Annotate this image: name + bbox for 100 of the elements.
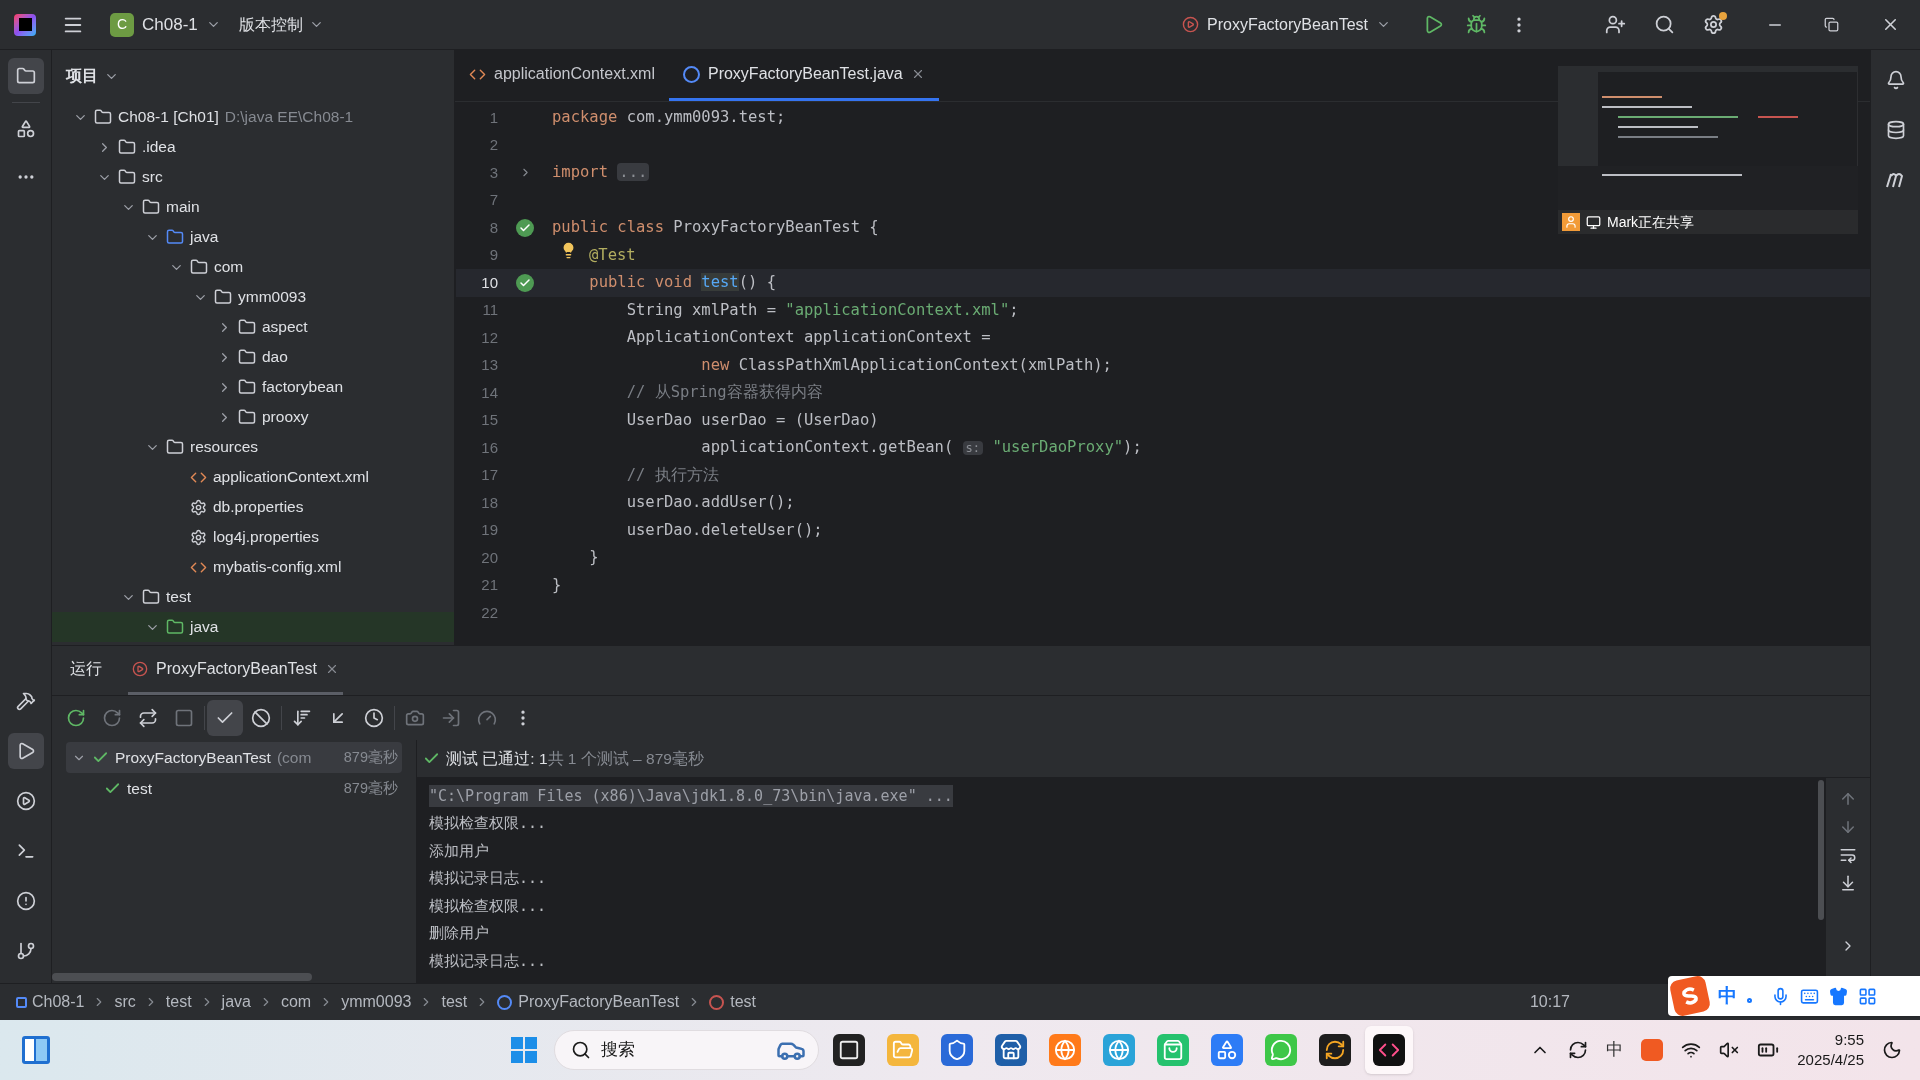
folder-icon [118,168,136,186]
project-view-selector[interactable]: 项目 [52,50,454,102]
sharing-label: Mark正在共享 [1607,212,1695,232]
breadcrumb-item[interactable]: test [730,990,756,1014]
test-name[interactable]: test [127,776,152,801]
shirt-icon[interactable] [1829,986,1848,1006]
tree-item[interactable]: prooxy [262,405,309,429]
microphone-icon[interactable] [1771,986,1790,1006]
keyboard-icon[interactable] [1800,986,1819,1006]
search-icon [571,1040,591,1060]
add-user-icon[interactable] [1605,14,1626,35]
run-config-icon [132,661,148,677]
tree-item[interactable]: java [190,225,219,249]
scrollbar[interactable] [52,973,312,981]
tree-item[interactable]: dao [262,345,288,369]
breadcrumb-item[interactable]: test [441,990,468,1014]
console-line: 模拟检查权限... [429,813,547,834]
project-tool-icon[interactable] [7,58,44,94]
test-summary: 共 1 个测试 – 879毫秒 [547,748,704,769]
method-icon [709,994,725,1010]
run-config-selector[interactable]: ProxyFactoryBeanTest [1176,12,1397,37]
run-tab[interactable]: ProxyFactoryBeanTest [128,646,343,695]
caret-position[interactable]: 10:17 [1529,990,1570,1014]
tree-item[interactable]: test [166,585,191,609]
code-line: userDao.deleteUser(); [625,519,823,541]
line-number: 20 [480,547,498,568]
run-panel-title[interactable]: 运行 [66,646,106,695]
settings-icon[interactable] [1703,14,1724,35]
tree-item[interactable]: java [190,615,219,639]
tray-ime[interactable]: 中 [1606,1037,1624,1063]
editor-tab[interactable]: applicationContext.xml [455,50,669,101]
class-icon [682,65,700,83]
show-passed-icon[interactable] [207,700,243,736]
ime-mode[interactable]: 中 [1718,981,1737,1011]
folder-icon [142,588,160,606]
tree-item[interactable]: db.properties [213,495,304,519]
tree-item[interactable]: src [142,165,163,189]
tree-item[interactable]: applicationContext.xml [213,465,369,489]
grid-icon[interactable] [1858,986,1877,1006]
code-line: // 执行方法 [625,464,719,486]
line-number: 1 [488,107,498,128]
tree-item[interactable]: .idea [142,135,176,159]
tree-item[interactable]: ymm0093 [238,285,307,309]
scroll-to-end-icon[interactable] [1839,874,1857,892]
vcs-menu[interactable]: 版本控制 [238,12,324,37]
code-line: package com.ymm0093.test; [552,107,786,129]
project-switcher[interactable]: C Ch08-1 [104,7,227,42]
clock-time[interactable]: 9:55 [1834,1030,1864,1050]
debug-icon[interactable] [1466,14,1487,35]
ime-logo-icon[interactable] [1668,974,1712,1018]
breadcrumb-item[interactable]: Ch08-1 [32,990,85,1014]
editor-tab[interactable]: ProxyFactoryBeanTest.java [668,50,939,101]
tree-item[interactable]: com [214,255,244,279]
scrollbar[interactable] [1818,780,1824,920]
soft-wrap-icon[interactable] [1839,846,1857,864]
tree-item[interactable]: Ch08-1 [Ch01] [118,105,219,129]
breadcrumb-item[interactable]: com [280,990,312,1014]
moon-icon[interactable] [1882,1040,1902,1060]
line-number: 11 [481,300,498,320]
ime-tray-icon[interactable] [1641,1039,1664,1061]
folder-icon [94,108,112,126]
wifi-icon[interactable] [1681,1040,1702,1060]
test-name[interactable]: ProxyFactoryBeanTest [115,745,271,770]
folder-icon [142,198,160,216]
tree-item[interactable]: log4j.properties [213,525,319,549]
test-duration: 879毫秒 [343,747,399,767]
breadcrumb-item[interactable]: java [221,990,251,1014]
tree-item[interactable]: aspect [262,315,308,339]
search-field[interactable]: 搜索 [554,1030,819,1070]
ide-icon[interactable] [1365,1026,1413,1074]
folder-icon [214,288,232,306]
restore-icon[interactable] [1824,17,1839,32]
search-icon[interactable] [1654,14,1675,35]
module-icon [16,996,27,1008]
tree-item[interactable]: factorybean [262,375,343,399]
down-arrow-icon[interactable] [1839,818,1857,836]
code-line: public void test() { [588,272,776,294]
tree-item[interactable]: resources [190,435,259,459]
run-test-icon[interactable] [516,218,534,237]
line-number: 15 [480,410,498,430]
console-line: 模拟记录日志... [429,868,547,889]
console-line: 模拟检查权限... [429,895,547,917]
breadcrumb-item[interactable]: src [114,990,136,1014]
mute-icon[interactable] [1719,1040,1740,1060]
breadcrumb-item[interactable]: ymm0093 [341,990,412,1014]
breadcrumb-item[interactable]: test [165,990,192,1014]
code-line: new ClassPathXmlApplicationContext(xmlPath); [700,354,1112,376]
breadcrumb-item[interactable]: ProxyFactoryBeanTest [518,990,680,1014]
tree-item[interactable]: mybatis-config.xml [213,555,342,579]
tree-item[interactable]: main [166,195,200,219]
sync-icon[interactable] [1568,1040,1589,1060]
clock-date[interactable]: 2025/4/25 [1797,1050,1864,1070]
run-tool-icon[interactable] [7,733,44,769]
line-number: 2 [488,135,498,155]
line-number: 14 [480,382,498,403]
project-badge: C [110,12,134,37]
widgets-icon[interactable] [22,1036,50,1064]
run-test-icon[interactable] [516,273,534,292]
folder-icon [118,138,136,156]
app-logo-icon [14,13,36,36]
